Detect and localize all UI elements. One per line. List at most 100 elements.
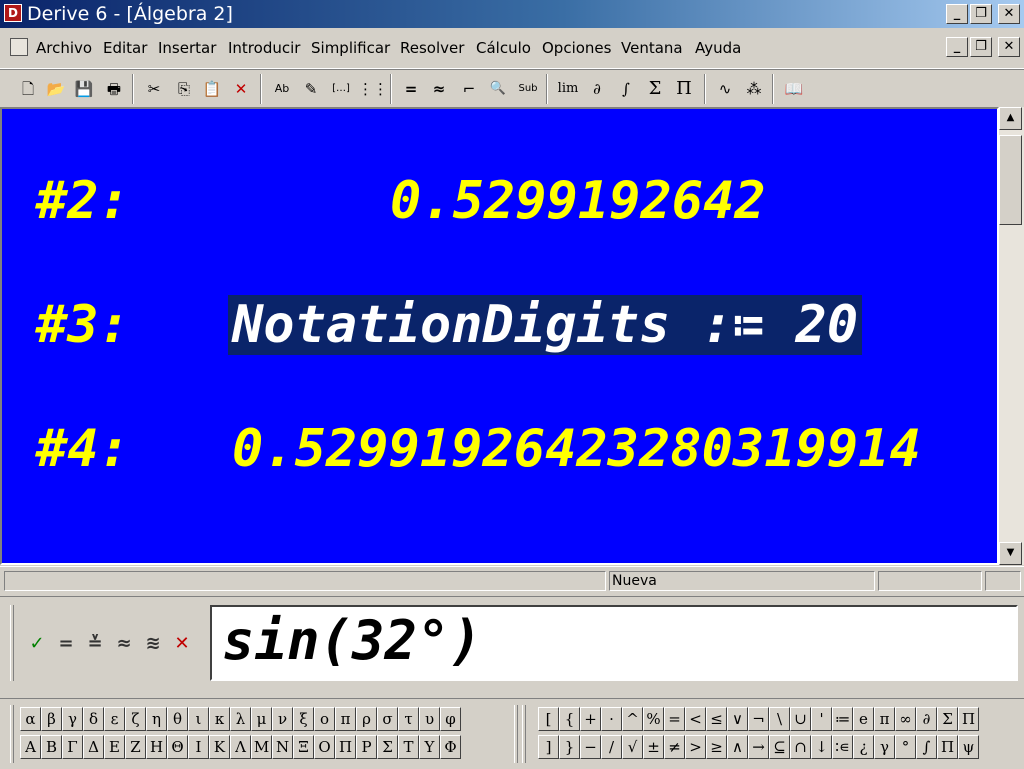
open-icon[interactable]: 📂 bbox=[44, 77, 68, 101]
greek-upper-key[interactable]: Σ bbox=[377, 735, 398, 759]
greek-upper-key[interactable]: Ν bbox=[272, 735, 293, 759]
menu-simplificar[interactable]: Simplificar bbox=[311, 39, 390, 57]
math-symbol-key[interactable]: ' bbox=[811, 707, 832, 731]
limit-icon[interactable]: lim bbox=[556, 77, 580, 101]
save-icon[interactable]: 💾 bbox=[72, 77, 96, 101]
greek-lower-key[interactable]: ε bbox=[104, 707, 125, 731]
expression-4[interactable]: 0.52991926423280319914 bbox=[232, 419, 921, 479]
math-symbol-key[interactable]: ∞ bbox=[895, 707, 916, 731]
greek-upper-key[interactable]: Κ bbox=[209, 735, 230, 759]
cancel-icon[interactable]: ✕ bbox=[171, 633, 193, 655]
math-symbol-key[interactable]: ∨ bbox=[727, 707, 748, 731]
math-symbol-key[interactable]: ≤ bbox=[706, 707, 727, 731]
scroll-thumb[interactable] bbox=[999, 135, 1022, 225]
doc-restore-button[interactable]: ❐ bbox=[970, 37, 992, 57]
menu-ventana[interactable]: Ventana bbox=[621, 39, 683, 57]
step-icon[interactable]: ⌐ bbox=[457, 77, 481, 101]
math-symbol-key[interactable]: } bbox=[559, 735, 580, 759]
math-symbol-key[interactable]: ¿ bbox=[853, 735, 874, 759]
greek-upper-key[interactable]: Ρ bbox=[356, 735, 377, 759]
greek-lower-key[interactable]: σ bbox=[377, 707, 398, 731]
greek-lower-key[interactable]: ν bbox=[272, 707, 293, 731]
math-symbol-key[interactable]: ↓ bbox=[811, 735, 832, 759]
selected-expression-text[interactable]: NotationDigits :≔ 20 bbox=[228, 295, 863, 355]
integral-icon[interactable]: ∫ bbox=[614, 77, 638, 101]
app-icon[interactable]: D bbox=[4, 4, 22, 22]
product-icon[interactable]: Π bbox=[672, 77, 696, 101]
math-symbol-key[interactable]: [ bbox=[538, 707, 559, 731]
math-symbol-key[interactable]: ° bbox=[895, 735, 916, 759]
print-icon[interactable]: 🖶 bbox=[102, 77, 126, 101]
minimize-button[interactable]: _ bbox=[946, 4, 968, 24]
scroll-down-icon[interactable]: ▼ bbox=[999, 542, 1022, 565]
scroll-up-icon[interactable]: ▲ bbox=[999, 107, 1022, 130]
math-symbol-key[interactable]: → bbox=[748, 735, 769, 759]
expression-input-text[interactable]: sin(32°) bbox=[222, 609, 482, 672]
math-symbol-key[interactable]: { bbox=[559, 707, 580, 731]
copy-icon[interactable]: ⎘ bbox=[172, 77, 196, 101]
substitute-icon[interactable]: Sub bbox=[516, 77, 540, 101]
math-symbol-key[interactable]: γ bbox=[874, 735, 895, 759]
greek-lower-key[interactable]: γ bbox=[62, 707, 83, 731]
insert-vector-icon[interactable]: […] bbox=[329, 77, 353, 101]
greek-lower-key[interactable]: ξ bbox=[293, 707, 314, 731]
math-symbol-key[interactable]: = bbox=[664, 707, 685, 731]
menu-editar[interactable]: Editar bbox=[103, 39, 147, 57]
math-symbol-key[interactable]: √ bbox=[622, 735, 643, 759]
greek-upper-key[interactable]: Δ bbox=[83, 735, 104, 759]
greek-upper-key[interactable]: Η bbox=[146, 735, 167, 759]
math-symbol-key[interactable]: ∫ bbox=[916, 735, 937, 759]
math-symbol-key[interactable]: ≔ bbox=[832, 707, 853, 731]
math-symbol-key[interactable]: ¬ bbox=[748, 707, 769, 731]
enter-simplify-icon[interactable]: = bbox=[55, 633, 77, 655]
plot-3d-icon[interactable]: ⁂ bbox=[742, 77, 766, 101]
enter-approximate-icon[interactable]: ≈ bbox=[113, 633, 135, 655]
math-symbol-key[interactable]: · bbox=[601, 707, 622, 731]
close-button[interactable]: ✕ bbox=[998, 4, 1020, 24]
math-symbol-key[interactable]: ⊆ bbox=[769, 735, 790, 759]
math-symbol-key[interactable]: ] bbox=[538, 735, 559, 759]
insert-matrix-icon[interactable]: ⋮⋮ bbox=[358, 77, 388, 101]
greek-lower-key[interactable]: υ bbox=[419, 707, 440, 731]
greek-lower-key[interactable]: λ bbox=[230, 707, 251, 731]
greek-lower-key[interactable]: α bbox=[20, 707, 41, 731]
restore-button[interactable]: ❐ bbox=[970, 4, 992, 24]
greek-upper-key[interactable]: Ξ bbox=[293, 735, 314, 759]
greek-lower-key[interactable]: τ bbox=[398, 707, 419, 731]
greek-lower-key[interactable]: φ bbox=[440, 707, 461, 731]
greek-upper-key[interactable]: Φ bbox=[440, 735, 461, 759]
greek-lower-key[interactable]: θ bbox=[167, 707, 188, 731]
paste-icon[interactable]: 📋 bbox=[200, 77, 224, 101]
insert-note-icon[interactable]: ✎ bbox=[299, 77, 323, 101]
menu-introducir[interactable]: Introducir bbox=[228, 39, 300, 57]
greek-lower-key[interactable]: ζ bbox=[125, 707, 146, 731]
derivative-icon[interactable]: ∂ bbox=[585, 77, 609, 101]
greek-lower-key[interactable]: κ bbox=[209, 707, 230, 731]
greek-upper-key[interactable]: Τ bbox=[398, 735, 419, 759]
greek-upper-key[interactable]: Α bbox=[20, 735, 41, 759]
greek-upper-key[interactable]: Λ bbox=[230, 735, 251, 759]
math-symbol-key[interactable]: − bbox=[580, 735, 601, 759]
greek-upper-key[interactable]: Β bbox=[41, 735, 62, 759]
enter-approximate-keep-icon[interactable]: ≋ bbox=[142, 633, 164, 655]
math-symbol-key[interactable]: e bbox=[853, 707, 874, 731]
math-symbol-key[interactable]: ≥ bbox=[706, 735, 727, 759]
expression-2[interactable]: 0.5299192642 bbox=[390, 171, 766, 231]
algebra-window[interactable]: #2: 0.5299192642 #3: NotationDigits :≔ 2… bbox=[0, 107, 999, 565]
greek-upper-key[interactable]: Ε bbox=[104, 735, 125, 759]
greek-lower-key[interactable]: ι bbox=[188, 707, 209, 731]
doc-minimize-button[interactable]: _ bbox=[946, 37, 968, 57]
greek-upper-key[interactable]: Μ bbox=[251, 735, 272, 759]
new-icon[interactable]: 🗋 bbox=[16, 77, 40, 101]
expression-label-4[interactable]: #4: bbox=[36, 419, 130, 479]
greek-upper-key[interactable]: Π bbox=[335, 735, 356, 759]
math-symbol-key[interactable]: > bbox=[685, 735, 706, 759]
approximate-icon[interactable]: ≈ bbox=[427, 77, 451, 101]
math-symbol-key[interactable]: ≠ bbox=[664, 735, 685, 759]
math-symbol-key[interactable]: ∧ bbox=[727, 735, 748, 759]
greek-upper-key[interactable]: Υ bbox=[419, 735, 440, 759]
math-symbol-key[interactable]: / bbox=[601, 735, 622, 759]
zoom-icon[interactable]: 🔍 bbox=[486, 77, 510, 101]
menu-opciones[interactable]: Opciones bbox=[542, 39, 611, 57]
math-symbol-key[interactable]: ± bbox=[643, 735, 664, 759]
